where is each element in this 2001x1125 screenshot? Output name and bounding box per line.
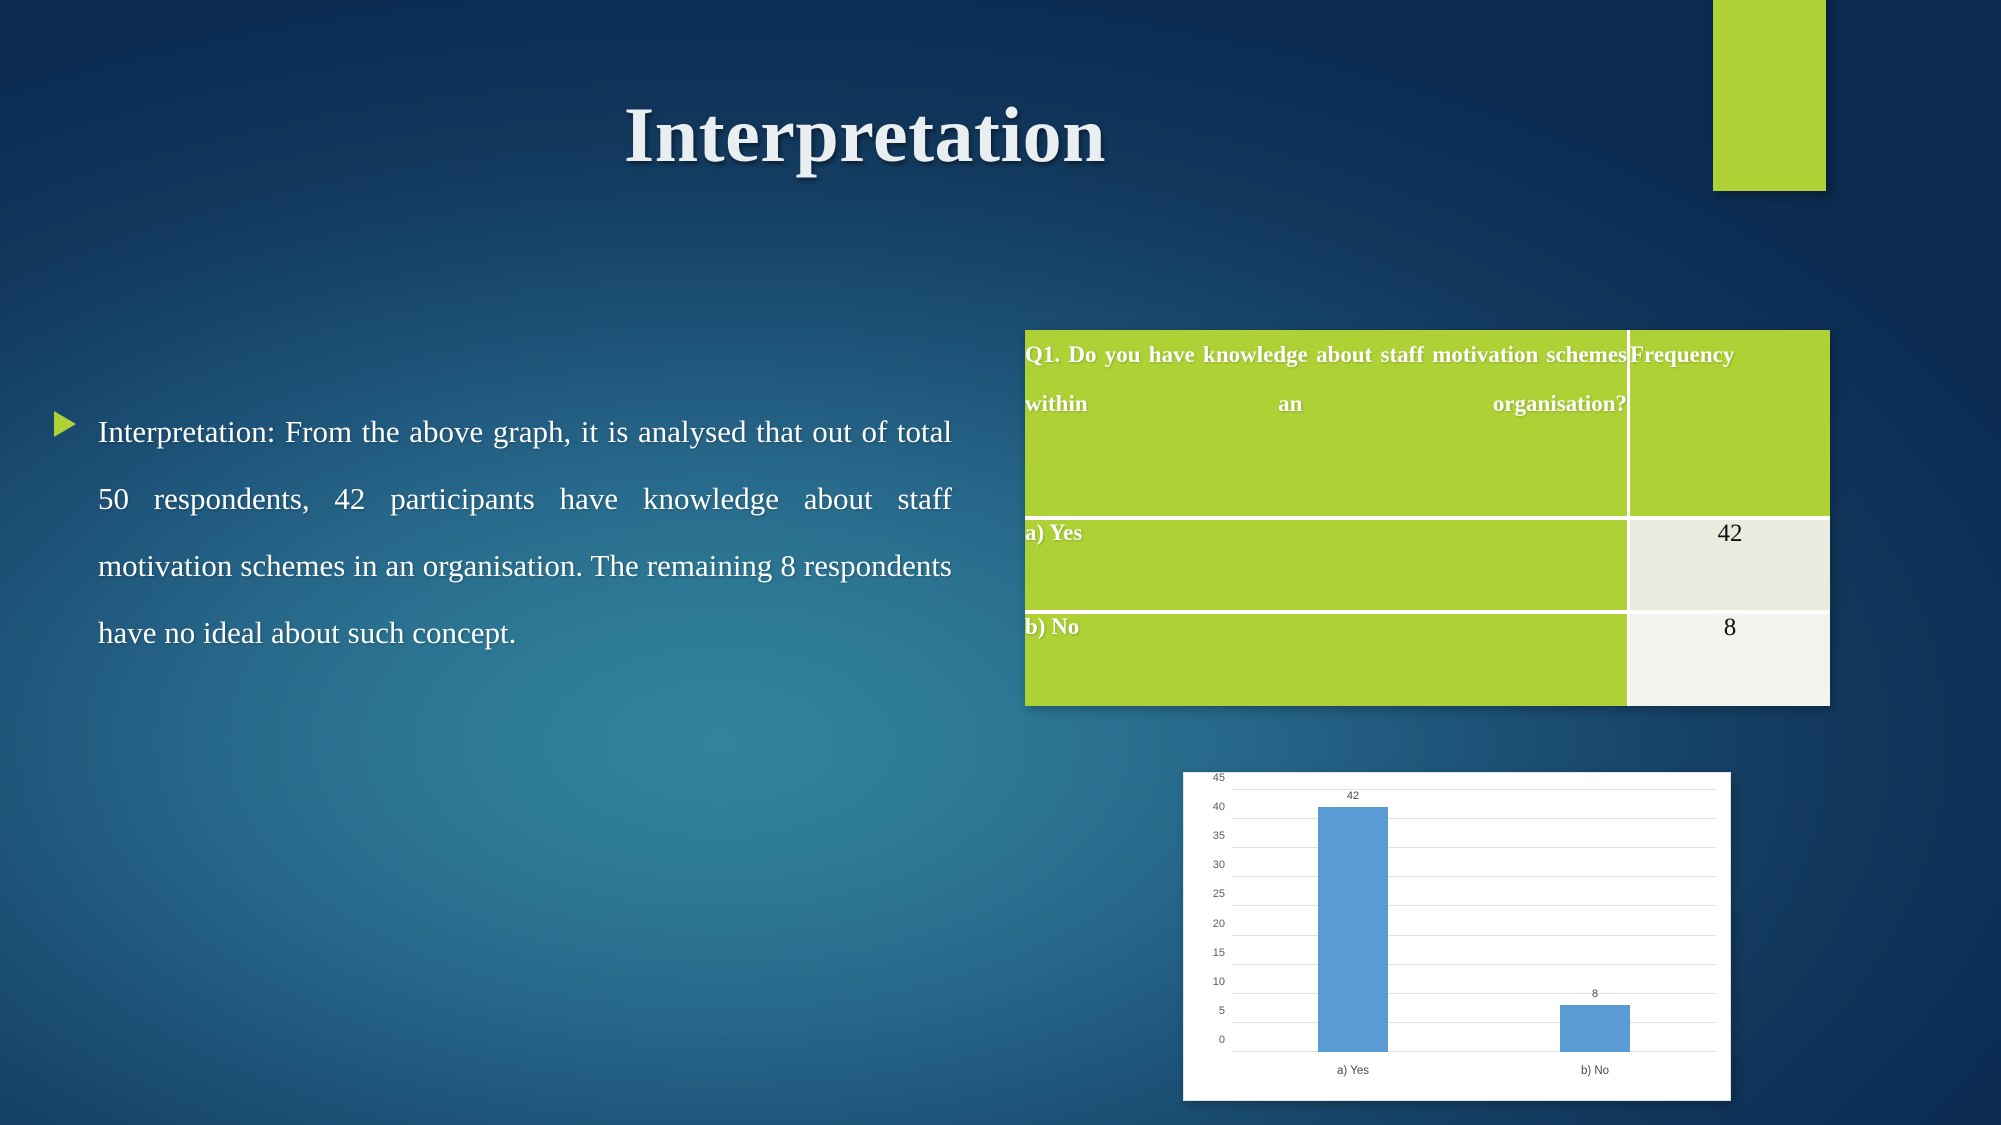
chart-gridline bbox=[1232, 789, 1716, 790]
chart-y-tick-label: 0 bbox=[1218, 1034, 1225, 1046]
table-header-row: Q1. Do you have knowledge about staff mo… bbox=[1025, 330, 1830, 520]
table-cell-option-yes: a) Yes bbox=[1025, 520, 1630, 614]
chart-gridline bbox=[1232, 992, 1716, 994]
chart-y-tick-label: 5 bbox=[1218, 1004, 1225, 1017]
body-paragraph: Interpretation: From the above graph, it… bbox=[98, 414, 952, 650]
chart-gridline bbox=[1232, 905, 1716, 907]
body-bullet-block: Interpretation: From the above graph, it… bbox=[52, 398, 952, 666]
chart-gridline bbox=[1232, 876, 1716, 878]
chart-y-tick-label: 15 bbox=[1212, 946, 1225, 959]
chart-data-label: 42 bbox=[1346, 790, 1360, 803]
chart-x-category-label: a) Yes bbox=[1337, 1065, 1369, 1077]
chart-y-tick-label: 25 bbox=[1212, 888, 1225, 901]
chart-y-tick-label: 30 bbox=[1212, 859, 1225, 872]
chart-data-label: 8 bbox=[1591, 988, 1599, 1001]
chart-y-tick-label: 45 bbox=[1212, 772, 1225, 784]
table-cell-option-no: b) No bbox=[1025, 614, 1630, 706]
chart-gridline bbox=[1232, 1021, 1716, 1023]
chart-y-tick-label: 35 bbox=[1212, 830, 1225, 843]
table-row: a) Yes 42 bbox=[1025, 520, 1830, 614]
chart-gridline bbox=[1232, 1051, 1716, 1052]
chart-bar bbox=[1559, 1005, 1631, 1052]
page-title: Interpretation bbox=[623, 91, 1107, 178]
chart-y-tick-label: 20 bbox=[1212, 917, 1225, 930]
chart-y-tick-label: 10 bbox=[1212, 975, 1225, 988]
table-header-frequency: Frequency bbox=[1630, 330, 1830, 520]
chart-x-category-label: b) No bbox=[1580, 1065, 1610, 1077]
bar-chart: 0 5 10 15 20 25 30 35 40 45 42 a) Yes 8 b) No bbox=[1183, 772, 1731, 1101]
chart-gridline bbox=[1232, 963, 1716, 965]
slide: Interpretation Interpretation: From the … bbox=[0, 0, 2001, 1125]
chart-bar bbox=[1317, 807, 1389, 1052]
table-header-question: Q1. Do you have knowledge about staff mo… bbox=[1025, 330, 1630, 520]
frequency-table: Q1. Do you have knowledge about staff mo… bbox=[1025, 330, 1830, 706]
table-cell-value-yes: 42 bbox=[1630, 520, 1830, 614]
chart-gridline bbox=[1232, 934, 1716, 936]
table-cell-value-no: 8 bbox=[1630, 614, 1830, 706]
chart-gridline bbox=[1232, 847, 1716, 849]
table-row: b) No 8 bbox=[1025, 614, 1830, 706]
triangle-bullet-icon bbox=[52, 410, 78, 438]
chart-plot-area: 0 5 10 15 20 25 30 35 40 45 42 a) Yes 8 b) No bbox=[1213, 772, 1716, 1077]
chart-gridline bbox=[1232, 818, 1716, 820]
chart-y-tick-label: 40 bbox=[1212, 801, 1225, 814]
